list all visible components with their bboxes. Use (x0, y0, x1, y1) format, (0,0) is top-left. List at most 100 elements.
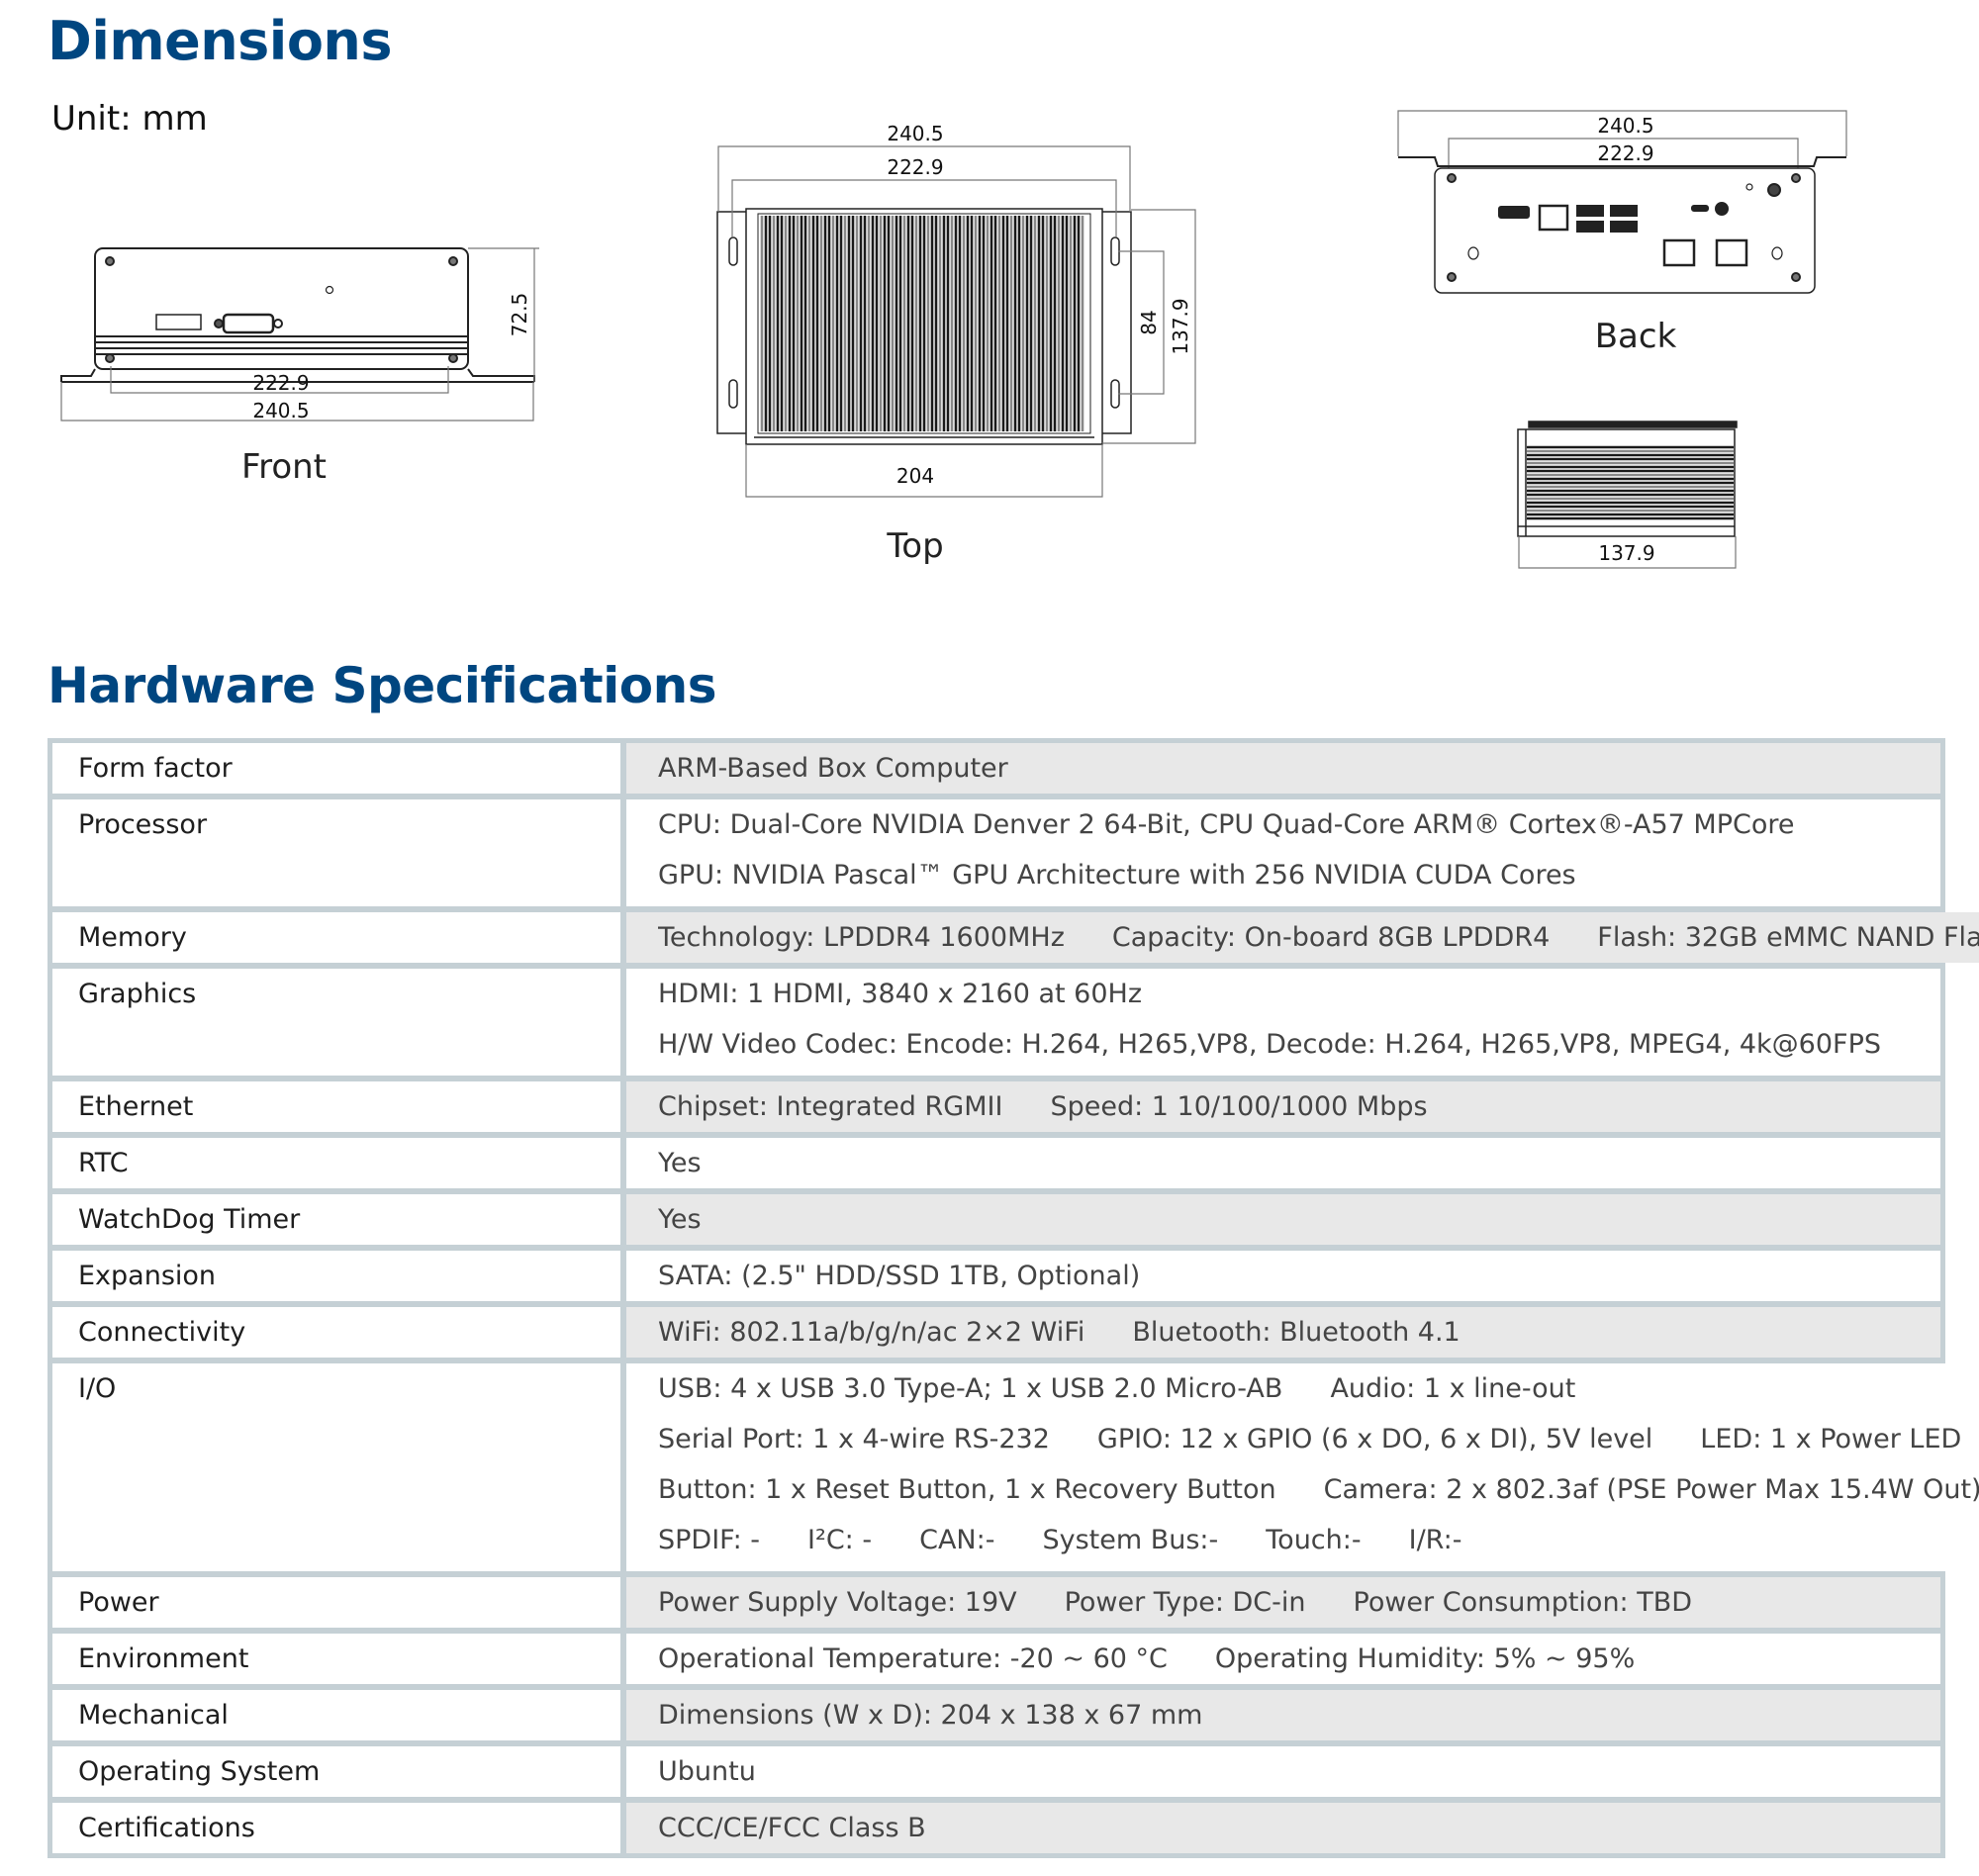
spec-label-cell: I/O (52, 1363, 620, 1571)
spec-label-cell: Graphics (52, 969, 620, 1076)
spec-value-line: GPU: NVIDIA Pascal™ GPU Architecture wit… (658, 850, 1940, 900)
back-view-label: Back (1594, 317, 1677, 356)
spec-value: Power Type: DC-in (1064, 1587, 1306, 1618)
spec-row: RTC Yes (52, 1138, 1940, 1188)
spec-row: Memory Technology: LPDDR4 1600MHz Capacity… (52, 912, 1979, 963)
spec-row: Graphics HDMI: 1 HDMI, 3840 x 2160 at 60H… (52, 969, 1940, 1076)
spec-label-cell: Environment (52, 1634, 620, 1684)
side-heatsink-fins (1527, 445, 1734, 520)
spec-label: Operating System (78, 1756, 321, 1787)
spec-value-line: SPDIF: - I²C: - CAN:- System Bus:- Touch:- I/… (658, 1515, 1979, 1565)
front-outer-width: 240.5 (252, 399, 309, 422)
spec-value: Yes (658, 1204, 702, 1235)
spec-label: Connectivity (78, 1317, 246, 1348)
spec-label: RTC (78, 1148, 129, 1178)
spec-value-line: Button: 1 x Reset Button, 1 x Recovery B… (658, 1464, 1979, 1515)
spec-value-line: WiFi: 802.11a/b/g/n/ac 2×2 WiFi Bluetooth… (658, 1307, 1940, 1358)
spec-row: I/O USB: 4 x USB 3.0 Type-A; 1 x USB 2.0 … (52, 1363, 1979, 1571)
spec-value: Camera: 2 x 802.3af (PSE Power Max 15.4W… (1323, 1474, 1979, 1505)
spec-label: Ethernet (78, 1091, 194, 1122)
spec-value-cell: Dimensions (W x D): 204 x 138 x 67 mm (626, 1690, 1940, 1740)
spec-value-line: HDMI: 1 HDMI, 3840 x 2160 at 60Hz (658, 969, 1940, 1019)
spec-label-cell: Connectivity (52, 1307, 620, 1358)
spec-value-line: CCC/CE/FCC Class B (658, 1803, 1940, 1853)
spec-row: WatchDog Timer Yes (52, 1194, 1940, 1245)
spec-value-cell: CCC/CE/FCC Class B (626, 1803, 1940, 1853)
spec-value: Bluetooth: Bluetooth 4.1 (1132, 1317, 1461, 1348)
spec-value-cell: Yes (626, 1194, 1940, 1245)
front-height: 72.5 (508, 293, 531, 337)
spec-value-line: Ubuntu (658, 1746, 1940, 1797)
spec-value-line: Technology: LPDDR4 1600MHz Capacity: On-b… (658, 912, 1979, 963)
spec-value-cell: Chipset: Integrated RGMII Speed: 1 10/100… (626, 1081, 1940, 1132)
spec-value: Speed: 1 10/100/1000 Mbps (1050, 1091, 1428, 1122)
spec-value: Technology: LPDDR4 1600MHz (658, 922, 1065, 953)
spec-value: Power Consumption: TBD (1353, 1587, 1693, 1618)
spec-label-cell: Certifications (52, 1803, 620, 1853)
spec-value: GPU: NVIDIA Pascal™ GPU Architecture wit… (658, 860, 1576, 891)
spec-label: Form factor (78, 753, 233, 784)
spec-value-cell: Operational Temperature: -20 ~ 60 °C Oper… (626, 1634, 1940, 1684)
spec-label-cell: Ethernet (52, 1081, 620, 1132)
spec-value: System Bus:- (1042, 1525, 1219, 1555)
spec-value-line: Operational Temperature: -20 ~ 60 °C Oper… (658, 1634, 1940, 1684)
top-depth: 137.9 (1169, 298, 1192, 354)
top-view-label: Top (887, 526, 944, 566)
spec-row: Expansion SATA: (2.5" HDD/SSD 1TB, Option… (52, 1251, 1940, 1301)
back-view-drawing (1398, 156, 1846, 294)
back-outer-width: 240.5 (1597, 114, 1653, 138)
spec-value: Chipset: Integrated RGMII (658, 1091, 1003, 1122)
spec-value-line: SATA: (2.5" HDD/SSD 1TB, Optional) (658, 1251, 1940, 1301)
spec-value-line: USB: 4 x USB 3.0 Type-A; 1 x USB 2.0 Mic… (658, 1363, 1979, 1414)
spec-row: Form factor ARM-Based Box Computer (52, 743, 1940, 794)
spec-label-cell: Operating System (52, 1746, 620, 1797)
spec-value: I²C: - (807, 1525, 873, 1555)
spec-value: Serial Port: 1 x 4-wire RS-232 (658, 1424, 1050, 1454)
spec-label: Certifications (78, 1813, 255, 1843)
spec-value: Yes (658, 1148, 702, 1178)
top-body-width: 204 (896, 464, 934, 488)
spec-label-cell: RTC (52, 1138, 620, 1188)
spec-value: CPU: Dual-Core NVIDIA Denver 2 64-Bit, C… (658, 809, 1795, 840)
spec-row: Mechanical Dimensions (W x D): 204 x 138 … (52, 1690, 1940, 1740)
spec-value-cell: Technology: LPDDR4 1600MHz Capacity: On-b… (626, 912, 1979, 963)
top-inner-width: 222.9 (887, 155, 943, 179)
spec-value: H/W Video Codec: Encode: H.264, H265,VP8… (658, 1029, 1881, 1060)
spec-label-cell: Mechanical (52, 1690, 620, 1740)
top-outer-width: 240.5 (887, 122, 943, 145)
spec-value-line: Serial Port: 1 x 4-wire RS-232 GPIO: 12 x… (658, 1414, 1979, 1464)
spec-label-cell: Processor (52, 799, 620, 906)
front-view-label: Front (241, 447, 327, 487)
spec-value: Capacity: On-board 8GB LPDDR4 (1111, 922, 1551, 953)
spec-value: USB: 4 x USB 3.0 Type-A; 1 x USB 2.0 Mic… (658, 1373, 1283, 1404)
back-inner-width: 222.9 (1597, 141, 1653, 165)
spec-row: Operating System Ubuntu (52, 1746, 1940, 1797)
spec-value-line: Chipset: Integrated RGMII Speed: 1 10/100… (658, 1081, 1940, 1132)
spec-label: WatchDog Timer (78, 1204, 301, 1235)
spec-value: Button: 1 x Reset Button, 1 x Recovery B… (658, 1474, 1276, 1505)
spec-value-line: Power Supply Voltage: 19V Power Type: DC-… (658, 1577, 1940, 1628)
spec-value: SPDIF: - (658, 1525, 761, 1555)
spec-row: Environment Operational Temperature: -20 … (52, 1634, 1940, 1684)
spec-value-line: CPU: Dual-Core NVIDIA Denver 2 64-Bit, C… (658, 799, 1940, 850)
spec-value-cell: Power Supply Voltage: 19V Power Type: DC-… (626, 1577, 1940, 1628)
spec-row: Certifications CCC/CE/FCC Class B (52, 1803, 1940, 1853)
spec-label-cell: Form factor (52, 743, 620, 794)
spec-value: Ubuntu (658, 1756, 756, 1787)
side-depth: 137.9 (1598, 541, 1654, 565)
spec-value: Operating Humidity: 5% ~ 95% (1214, 1643, 1636, 1674)
spec-label: Power (78, 1587, 159, 1618)
spec-label-cell: Power (52, 1577, 620, 1628)
spec-label-cell: WatchDog Timer (52, 1194, 620, 1245)
spec-label: Mechanical (78, 1700, 229, 1731)
spec-label: Graphics (78, 979, 197, 1009)
spec-label-cell: Expansion (52, 1251, 620, 1301)
spec-value: Touch:- (1266, 1525, 1362, 1555)
spec-row: Processor CPU: Dual-Core NVIDIA Denver 2 … (52, 799, 1940, 906)
dimension-drawings: 222.9 240.5 72.5 240.5 222.9 204 84 137.… (60, 110, 1847, 569)
spec-label: I/O (78, 1373, 117, 1404)
spec-value: WiFi: 802.11a/b/g/n/ac 2×2 WiFi (658, 1317, 1085, 1348)
top-mount-spacing: 84 (1137, 310, 1161, 334)
hardware-specs-heading: Hardware Specifications (47, 657, 716, 714)
spec-value-cell: WiFi: 802.11a/b/g/n/ac 2×2 WiFi Bluetooth… (626, 1307, 1940, 1358)
